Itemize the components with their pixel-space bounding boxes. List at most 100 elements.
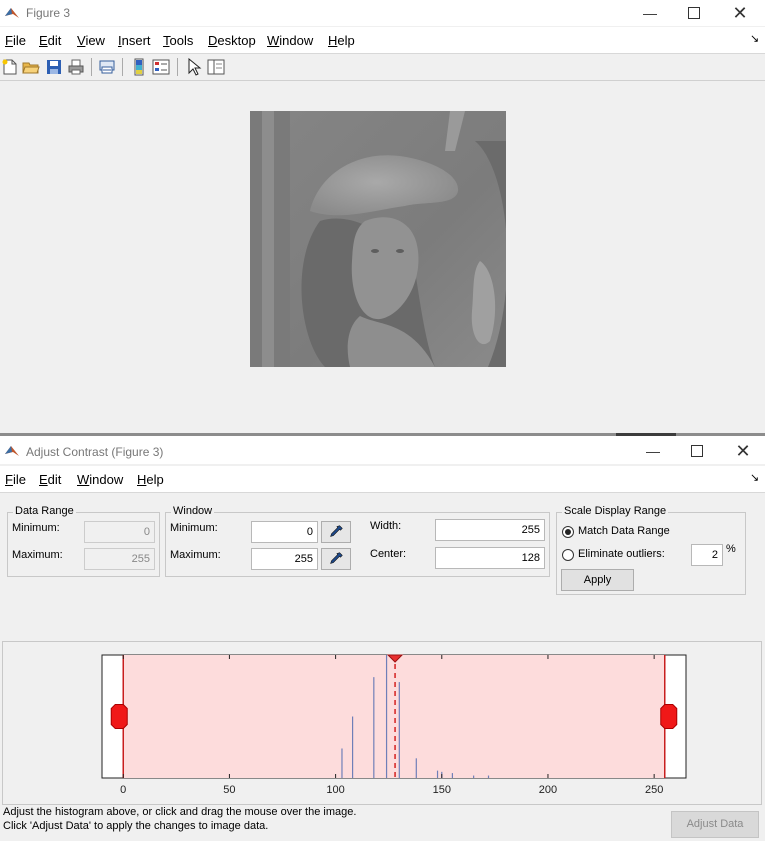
instruction-line-2: Click 'Adjust Data' to apply the changes…	[3, 820, 269, 832]
minimize-button[interactable]: —	[627, 0, 673, 26]
percent-label: %	[726, 543, 736, 555]
menu-mnemonic: E	[39, 33, 48, 48]
menu-help[interactable]: Help	[137, 472, 164, 487]
pointer-icon[interactable]	[185, 58, 203, 76]
save-icon[interactable]	[45, 58, 63, 76]
close-button[interactable]: ✕	[720, 438, 765, 464]
max-eyedropper-button[interactable]	[321, 548, 351, 570]
menu-rest: ile	[12, 33, 26, 48]
menu-rest: elp	[146, 472, 164, 487]
matlab-logo-icon	[5, 8, 19, 18]
figure-title-bar[interactable]: Figure 3 — ✕	[0, 0, 765, 26]
x-tick-label: 0	[120, 784, 126, 796]
window-min-label: Minimum:	[170, 522, 218, 534]
min-handle[interactable]	[110, 704, 128, 729]
scale-display-legend: Scale Display Range	[562, 505, 669, 517]
menu-edit[interactable]: Edit	[39, 33, 61, 48]
property-inspector-icon[interactable]	[207, 58, 225, 76]
dock-arrow-icon[interactable]: ↘	[750, 32, 759, 45]
new-figure-icon[interactable]	[1, 58, 19, 76]
window-panel: Window Minimum: 0 Maximum: 255 Width: 25…	[165, 505, 550, 577]
figure-window: Figure 3 — ✕ File Edit View Insert Tools…	[0, 0, 765, 433]
min-eyedropper-button[interactable]	[321, 521, 351, 543]
contrast-title-bar[interactable]: Adjust Contrast (Figure 3) — ✕	[0, 436, 765, 464]
open-file-icon[interactable]	[22, 58, 40, 76]
close-icon: ✕	[735, 440, 751, 461]
figure-menu-bar: File Edit View Insert Tools Desktop Wind…	[0, 27, 765, 54]
x-tick-label: 50	[223, 784, 235, 796]
figure-image[interactable]	[250, 111, 506, 367]
menu-rest: ile	[12, 472, 26, 487]
window-min-input[interactable]: 0	[251, 521, 318, 543]
menu-insert[interactable]: Insert	[118, 33, 151, 48]
dock-arrow-icon[interactable]: ↘	[750, 471, 759, 484]
menu-window[interactable]: Window	[267, 33, 313, 48]
minimize-button[interactable]: —	[630, 438, 676, 464]
outlier-percent-input[interactable]: 2	[691, 544, 723, 566]
menu-mnemonic: F	[5, 33, 13, 48]
menu-mnemonic: W	[267, 33, 280, 48]
window-max-input[interactable]: 255	[251, 548, 318, 570]
legend-icon[interactable]	[152, 58, 170, 76]
maximize-button[interactable]	[674, 438, 720, 464]
toolbar-separator	[177, 58, 178, 76]
menu-mnemonic: E	[39, 472, 48, 487]
maximize-icon	[688, 7, 700, 19]
instruction-line-1: Adjust the histogram above, or click and…	[3, 806, 357, 818]
adjust-contrast-window: Adjust Contrast (Figure 3) — ✕ File Edit…	[0, 433, 765, 841]
close-button[interactable]: ✕	[717, 0, 763, 26]
match-data-range-radio[interactable]	[562, 526, 574, 538]
data-min-label: Minimum:	[12, 522, 60, 534]
menu-mnemonic: W	[77, 472, 90, 487]
x-tick-label: 250	[645, 784, 663, 796]
data-min-field: 0	[84, 521, 155, 543]
width-input[interactable]: 255	[435, 519, 545, 541]
menu-mnemonic: D	[208, 33, 218, 48]
menu-rest: dit	[47, 33, 62, 48]
eliminate-outliers-radio[interactable]	[562, 549, 574, 561]
window-legend: Window	[171, 505, 215, 517]
print-icon[interactable]	[67, 58, 85, 76]
colorbar-icon[interactable]	[130, 58, 148, 76]
menu-mnemonic: F	[5, 472, 13, 487]
toolbar-separator	[91, 58, 92, 76]
x-tick-label: 150	[433, 784, 451, 796]
eyedropper-icon	[330, 552, 343, 564]
center-input[interactable]: 128	[435, 547, 545, 569]
contrast-title: Adjust Contrast (Figure 3)	[26, 445, 164, 459]
menu-help[interactable]: Help	[328, 33, 355, 48]
data-max-field: 255	[84, 548, 155, 570]
menu-file[interactable]: File	[5, 472, 26, 487]
eliminate-outliers-label[interactable]: Eliminate outliers:	[578, 548, 665, 560]
center-label: Center:	[370, 548, 407, 560]
menu-desktop[interactable]: Desktop	[208, 33, 256, 48]
figure-toolbar	[0, 54, 765, 81]
menu-edit[interactable]: Edit	[39, 472, 61, 487]
figure-title: Figure 3	[26, 6, 71, 20]
data-range-legend: Data Range	[13, 505, 76, 517]
adjust-data-button: Adjust Data	[671, 811, 759, 838]
match-data-range-label[interactable]: Match Data Range	[578, 525, 670, 537]
menu-file[interactable]: File	[5, 33, 26, 48]
menu-view[interactable]: View	[77, 33, 105, 48]
max-handle[interactable]	[660, 704, 678, 729]
print-preview-icon[interactable]	[98, 58, 116, 76]
close-icon: ✕	[732, 2, 748, 23]
menu-window[interactable]: Window	[77, 472, 123, 487]
menu-tools[interactable]: Tools	[163, 33, 193, 48]
window-max-label: Maximum:	[170, 549, 221, 561]
data-max-label: Maximum:	[12, 549, 63, 561]
apply-button[interactable]: Apply	[561, 569, 634, 591]
menu-rest: indow	[89, 472, 124, 487]
menu-rest: iew	[85, 33, 105, 48]
width-label: Width:	[370, 520, 402, 532]
histogram-chart[interactable]: 0 50 100 150 200 250	[0, 641, 765, 806]
x-tick-label: 200	[539, 784, 557, 796]
window-region[interactable]	[123, 655, 665, 778]
maximize-button[interactable]	[671, 0, 717, 26]
menu-rest: indow	[279, 33, 314, 48]
menu-mnemonic: H	[137, 472, 147, 487]
toolbar-separator	[122, 58, 123, 76]
menu-rest: nsert	[121, 33, 151, 48]
menu-rest: dit	[47, 472, 62, 487]
